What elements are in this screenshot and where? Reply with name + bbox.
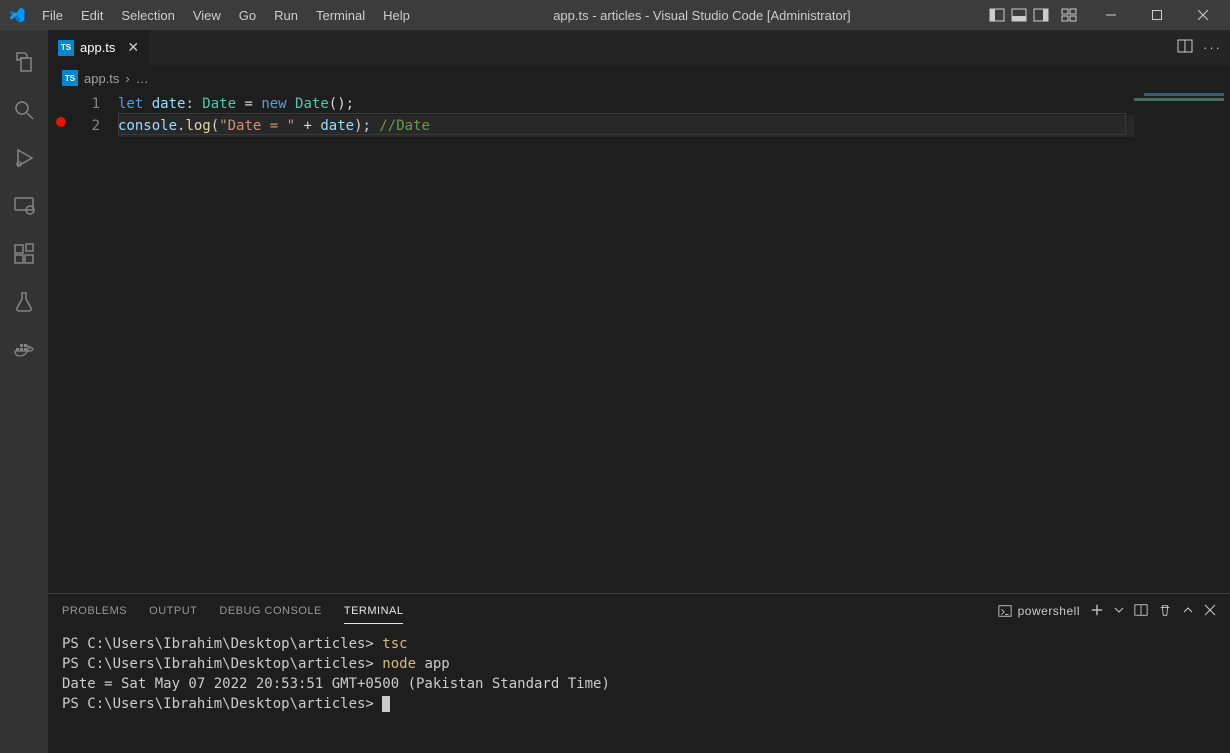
terminal-line: PS C:\Users\Ibrahim\Desktop\articles> ts… <box>62 634 1216 654</box>
breakpoint-icon[interactable] <box>56 117 66 127</box>
docker-icon[interactable] <box>0 326 48 374</box>
menu-terminal[interactable]: Terminal <box>308 4 373 27</box>
editor-tabs: TS app.ts ✕ ··· <box>48 30 1230 65</box>
code-line[interactable]: let date: Date = new Date(); <box>118 93 1230 115</box>
chevron-right-icon: › <box>125 71 129 86</box>
layout-right-icon[interactable] <box>1032 6 1050 24</box>
breadcrumb-file: app.ts <box>84 71 119 86</box>
panel-tabs: PROBLEMS OUTPUT DEBUG CONSOLE TERMINAL p… <box>48 594 1230 628</box>
split-editor-icon[interactable] <box>1177 38 1193 57</box>
typescript-file-icon: TS <box>62 70 78 86</box>
panel-tab-debug-console[interactable]: DEBUG CONSOLE <box>219 599 321 623</box>
menu-go[interactable]: Go <box>231 4 264 27</box>
remote-explorer-icon[interactable] <box>0 182 48 230</box>
extensions-icon[interactable] <box>0 230 48 278</box>
terminal-line: PS C:\Users\Ibrahim\Desktop\articles> <box>62 694 1216 714</box>
panel-tab-problems[interactable]: PROBLEMS <box>62 599 127 623</box>
terminal-dropdown-icon[interactable] <box>1114 604 1124 618</box>
activity-bar <box>0 30 48 753</box>
menu-bar: File Edit Selection View Go Run Terminal… <box>34 4 418 27</box>
line-gutter: 12 <box>48 91 118 593</box>
explorer-icon[interactable] <box>0 38 48 86</box>
menu-selection[interactable]: Selection <box>113 4 182 27</box>
layout-bottom-icon[interactable] <box>1010 6 1028 24</box>
run-debug-icon[interactable] <box>0 134 48 182</box>
customize-layout-icon[interactable] <box>1060 6 1078 24</box>
title-right-cluster <box>986 0 1230 30</box>
menu-help[interactable]: Help <box>375 4 418 27</box>
breadcrumb-more: … <box>136 71 149 86</box>
bottom-panel: PROBLEMS OUTPUT DEBUG CONSOLE TERMINAL p… <box>48 593 1230 753</box>
line-number: 1 <box>48 93 100 115</box>
menu-view[interactable]: View <box>185 4 229 27</box>
close-panel-icon[interactable] <box>1204 604 1216 619</box>
breadcrumb[interactable]: TS app.ts › … <box>48 65 1230 91</box>
tab-label: app.ts <box>80 40 115 55</box>
panel-tab-output[interactable]: OUTPUT <box>149 599 197 623</box>
window-minimize-button[interactable] <box>1088 0 1134 30</box>
maximize-panel-icon[interactable] <box>1182 604 1194 619</box>
menu-file[interactable]: File <box>34 4 71 27</box>
terminal-output[interactable]: PS C:\Users\Ibrahim\Desktop\articles> ts… <box>48 628 1230 753</box>
testing-icon[interactable] <box>0 278 48 326</box>
minimap[interactable] <box>1134 91 1230 593</box>
terminal-cursor <box>382 696 390 712</box>
code-line[interactable]: console.log("Date = " + date); //Date <box>118 115 1230 137</box>
terminal-line: PS C:\Users\Ibrahim\Desktop\articles> no… <box>62 654 1216 674</box>
tab-close-icon[interactable]: ✕ <box>127 39 139 56</box>
window-title: app.ts - articles - Visual Studio Code [… <box>418 8 986 23</box>
vscode-logo-icon <box>8 6 26 24</box>
window-maximize-button[interactable] <box>1134 0 1180 30</box>
code-editor[interactable]: 12 let date: Date = new Date();console.l… <box>48 91 1230 593</box>
new-terminal-icon[interactable] <box>1090 603 1104 620</box>
split-terminal-icon[interactable] <box>1134 603 1148 620</box>
search-icon[interactable] <box>0 86 48 134</box>
title-bar: File Edit Selection View Go Run Terminal… <box>0 0 1230 30</box>
kill-terminal-icon[interactable] <box>1158 603 1172 620</box>
shell-name: powershell <box>1018 604 1080 618</box>
tab-app-ts[interactable]: TS app.ts ✕ <box>48 30 150 65</box>
terminal-line: Date = Sat May 07 2022 20:53:51 GMT+0500… <box>62 674 1216 694</box>
window-close-button[interactable] <box>1180 0 1226 30</box>
layout-left-icon[interactable] <box>988 6 1006 24</box>
typescript-file-icon: TS <box>58 40 74 56</box>
more-actions-icon[interactable]: ··· <box>1203 40 1222 55</box>
terminal-shell-selector[interactable]: powershell <box>998 604 1080 618</box>
menu-run[interactable]: Run <box>266 4 306 27</box>
editor-area: TS app.ts ✕ ··· TS app.ts › … 12 let dat… <box>48 30 1230 753</box>
menu-edit[interactable]: Edit <box>73 4 111 27</box>
panel-tab-terminal[interactable]: TERMINAL <box>344 599 404 624</box>
